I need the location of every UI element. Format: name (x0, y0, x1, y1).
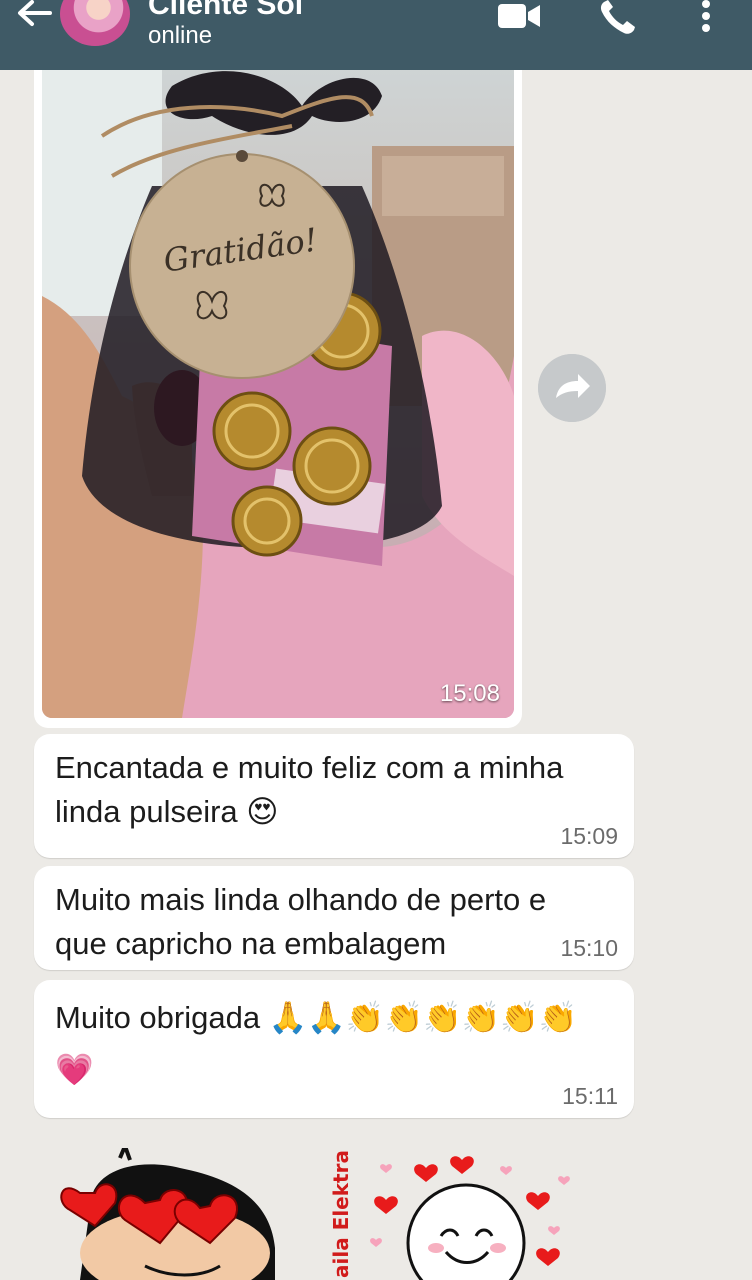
forward-icon[interactable] (538, 354, 606, 422)
video-call-icon[interactable] (496, 0, 542, 34)
message-text: Encantada e muito feliz com a minha lind… (55, 746, 615, 834)
received-photo[interactable]: Gratidão! 15:08 (42, 56, 514, 718)
contact-status: online (148, 22, 213, 49)
photo-content: Gratidão! (42, 56, 514, 718)
back-arrow-icon[interactable] (14, 0, 54, 34)
contact-name[interactable]: Cliente Sol (148, 0, 303, 22)
message-bubble[interactable]: Muito mais linda olhando de perto e que … (34, 866, 634, 970)
message-text: Muito mais linda olhando de perto e que … (55, 882, 547, 961)
message-text: Muito obrigada 🙏🙏👏👏👏👏👏👏💗 (55, 1000, 578, 1087)
message-time: 15:11 (562, 1083, 618, 1109)
sticker-caption: aila Elektra (329, 1150, 353, 1278)
message-time: 15:10 (560, 935, 618, 961)
heart-eyes-cartoon-sticker[interactable] (50, 1148, 290, 1280)
image-message-bubble[interactable]: Gratidão! 15:08 (34, 56, 522, 728)
chat-header: Cliente Sol online (0, 0, 752, 70)
contact-avatar[interactable] (60, 0, 130, 46)
message-bubble[interactable]: Encantada e muito feliz com a minha lind… (34, 734, 634, 858)
more-options-icon[interactable] (700, 0, 712, 34)
smiley-hearts-sticker[interactable]: aila Elektra (326, 1148, 586, 1280)
message-text-content: Encantada e muito feliz com a minha lind… (55, 750, 564, 829)
message-time: 15:08 (439, 680, 500, 707)
voice-call-icon[interactable] (598, 0, 638, 36)
message-time: 15:09 (560, 823, 618, 849)
message-bubble[interactable]: Muito obrigada 🙏🙏👏👏👏👏👏👏💗 15:11 (34, 980, 634, 1118)
